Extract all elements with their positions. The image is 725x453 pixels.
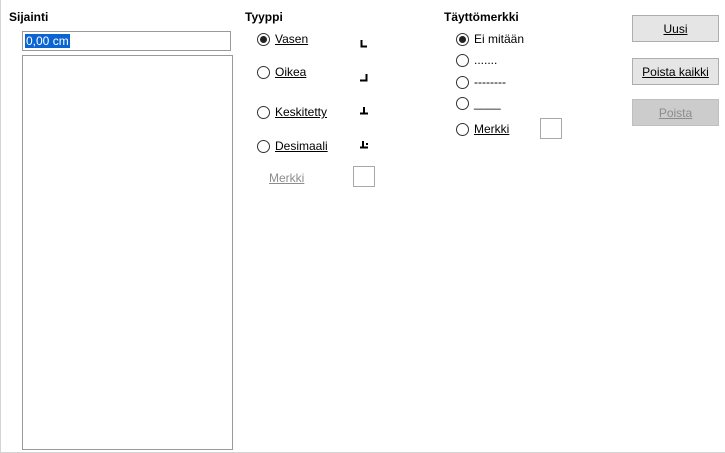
new-button-label: Uusi xyxy=(663,21,688,36)
fill-option-none[interactable]: Ei mitään xyxy=(456,31,524,47)
fill-character-radio[interactable] xyxy=(456,122,469,136)
fill-dashes-radio[interactable] xyxy=(456,75,469,89)
fill-none-radio[interactable] xyxy=(456,32,469,46)
type-option-decimal[interactable]: Desimaali xyxy=(257,138,328,154)
fill-underline-label: ____ xyxy=(474,96,501,110)
position-input-value: 0,00 cm xyxy=(25,34,70,48)
tab-right-icon xyxy=(360,74,368,82)
delete-all-button-label: Poista kaikki xyxy=(642,64,709,79)
type-char-label: Merkki xyxy=(269,171,305,185)
fill-heading: Täyttömerkki xyxy=(444,10,519,24)
type-center-label: Keskitetty xyxy=(275,105,328,119)
type-option-left[interactable]: Vasen xyxy=(257,31,308,47)
fill-option-dashes[interactable]: -------- xyxy=(456,74,506,90)
fill-dots-radio[interactable] xyxy=(456,53,469,67)
delete-button[interactable]: Poista xyxy=(632,99,719,126)
fill-option-dots[interactable]: ....... xyxy=(456,52,497,68)
position-heading: Sijainti xyxy=(9,10,49,24)
type-center-radio[interactable] xyxy=(257,105,270,119)
type-right-radio[interactable] xyxy=(257,65,270,79)
type-decimal-radio[interactable] xyxy=(257,139,270,153)
type-option-right[interactable]: Oikea xyxy=(257,64,306,80)
type-left-label: Vasen xyxy=(275,32,309,46)
new-button[interactable]: Uusi xyxy=(632,15,719,42)
position-input[interactable]: 0,00 cm xyxy=(22,31,231,51)
fill-option-underline[interactable]: ____ xyxy=(456,95,501,111)
fill-none-label: Ei mitään xyxy=(474,32,525,46)
fill-underline-radio[interactable] xyxy=(456,96,469,110)
fill-character-label: Merkki xyxy=(474,122,510,136)
tab-decimal-icon xyxy=(360,141,368,149)
fill-char-input[interactable] xyxy=(540,118,562,139)
tab-center-icon xyxy=(360,107,368,115)
type-decimal-label: Desimaali xyxy=(275,139,328,153)
fill-option-character[interactable]: Merkki xyxy=(456,121,509,137)
tab-left-icon xyxy=(360,40,368,48)
fill-dashes-label: -------- xyxy=(474,75,506,89)
type-right-label: Oikea xyxy=(275,65,307,79)
delete-all-button[interactable]: Poista kaikki xyxy=(632,58,719,85)
type-left-radio[interactable] xyxy=(257,32,270,46)
fill-dots-label: ....... xyxy=(474,53,498,67)
position-list[interactable] xyxy=(22,55,233,450)
dialog-left-edge xyxy=(0,0,1,453)
delete-button-label: Poista xyxy=(658,105,693,120)
type-char-input[interactable] xyxy=(353,166,375,187)
type-option-center[interactable]: Keskitetty xyxy=(257,104,327,120)
type-heading: Tyyppi xyxy=(245,10,283,24)
